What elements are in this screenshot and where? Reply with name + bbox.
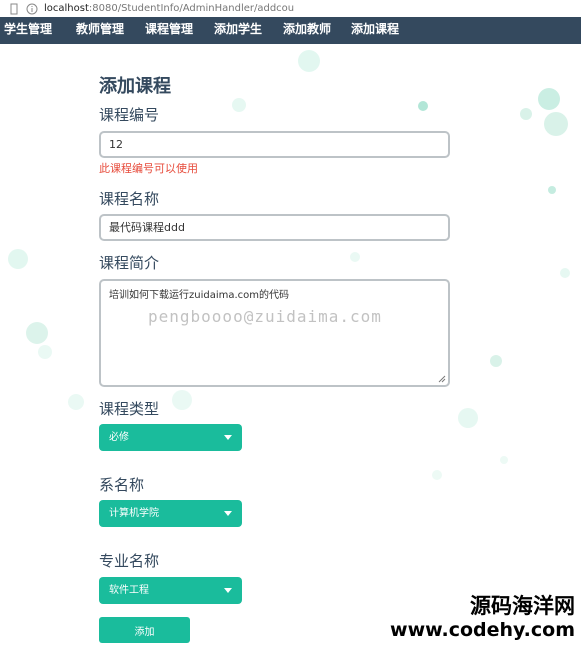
course-desc-label: 课程简介 <box>99 254 160 272</box>
site-brand-watermark: 源码海洋网 www.codehy.com <box>390 594 575 642</box>
nav-item-teacher-management[interactable]: 教师管理 <box>76 20 124 37</box>
department-label: 系名称 <box>99 476 145 494</box>
resize-grip-icon[interactable] <box>438 375 446 383</box>
department-select[interactable]: 计算机学院 <box>99 500 242 527</box>
caret-down-icon <box>224 435 232 440</box>
watermark-text: pengboooo@zuidaima.com <box>148 307 382 326</box>
course-id-label: 课程编号 <box>99 106 160 124</box>
brand-line-1: 源码海洋网 <box>470 594 575 618</box>
page-title: 添加课程 <box>99 76 171 97</box>
course-name-input[interactable]: 最代码课程ddd <box>99 214 450 241</box>
course-desc-text: 培训如何下载运行zuidaima.com的代码 <box>109 290 290 301</box>
nav-item-add-student[interactable]: 添加学生 <box>214 20 262 37</box>
nav-item-add-teacher[interactable]: 添加教师 <box>283 20 331 37</box>
url-path: :8080/StudentInfo/AdminHandler/addcou <box>88 3 295 14</box>
add-course-button[interactable]: 添加 <box>99 617 190 643</box>
course-type-selected: 必修 <box>109 432 129 443</box>
caret-down-icon <box>224 588 232 593</box>
page-icon <box>10 3 18 14</box>
course-type-label: 课程类型 <box>99 400 160 418</box>
caret-down-icon <box>224 511 232 516</box>
url-host: localhost <box>44 3 89 14</box>
major-label: 专业名称 <box>99 552 160 570</box>
nav-item-course-management[interactable]: 课程管理 <box>145 20 193 37</box>
major-selected: 软件工程 <box>109 585 149 596</box>
course-name-label: 课程名称 <box>99 190 160 208</box>
nav-item-student-management[interactable]: 学生管理 <box>4 20 52 37</box>
course-id-input[interactable]: 12 <box>99 131 450 158</box>
major-select[interactable]: 软件工程 <box>99 577 242 604</box>
course-id-hint: 此课程编号可以使用 <box>99 162 198 175</box>
brand-line-2: www.codehy.com <box>390 619 575 641</box>
info-icon[interactable] <box>26 3 38 15</box>
course-type-select[interactable]: 必修 <box>99 424 242 451</box>
course-desc-textarea[interactable]: 培训如何下载运行zuidaima.com的代码 <box>99 279 450 387</box>
nav-item-add-course[interactable]: 添加课程 <box>351 20 399 37</box>
browser-address-bar[interactable]: localhost:8080/StudentInfo/AdminHandler/… <box>0 0 581 18</box>
department-selected: 计算机学院 <box>109 508 159 519</box>
url-text[interactable]: localhost:8080/StudentInfo/AdminHandler/… <box>44 3 294 14</box>
top-nav: 学生管理 教师管理 课程管理 添加学生 添加教师 添加课程 <box>0 17 581 44</box>
